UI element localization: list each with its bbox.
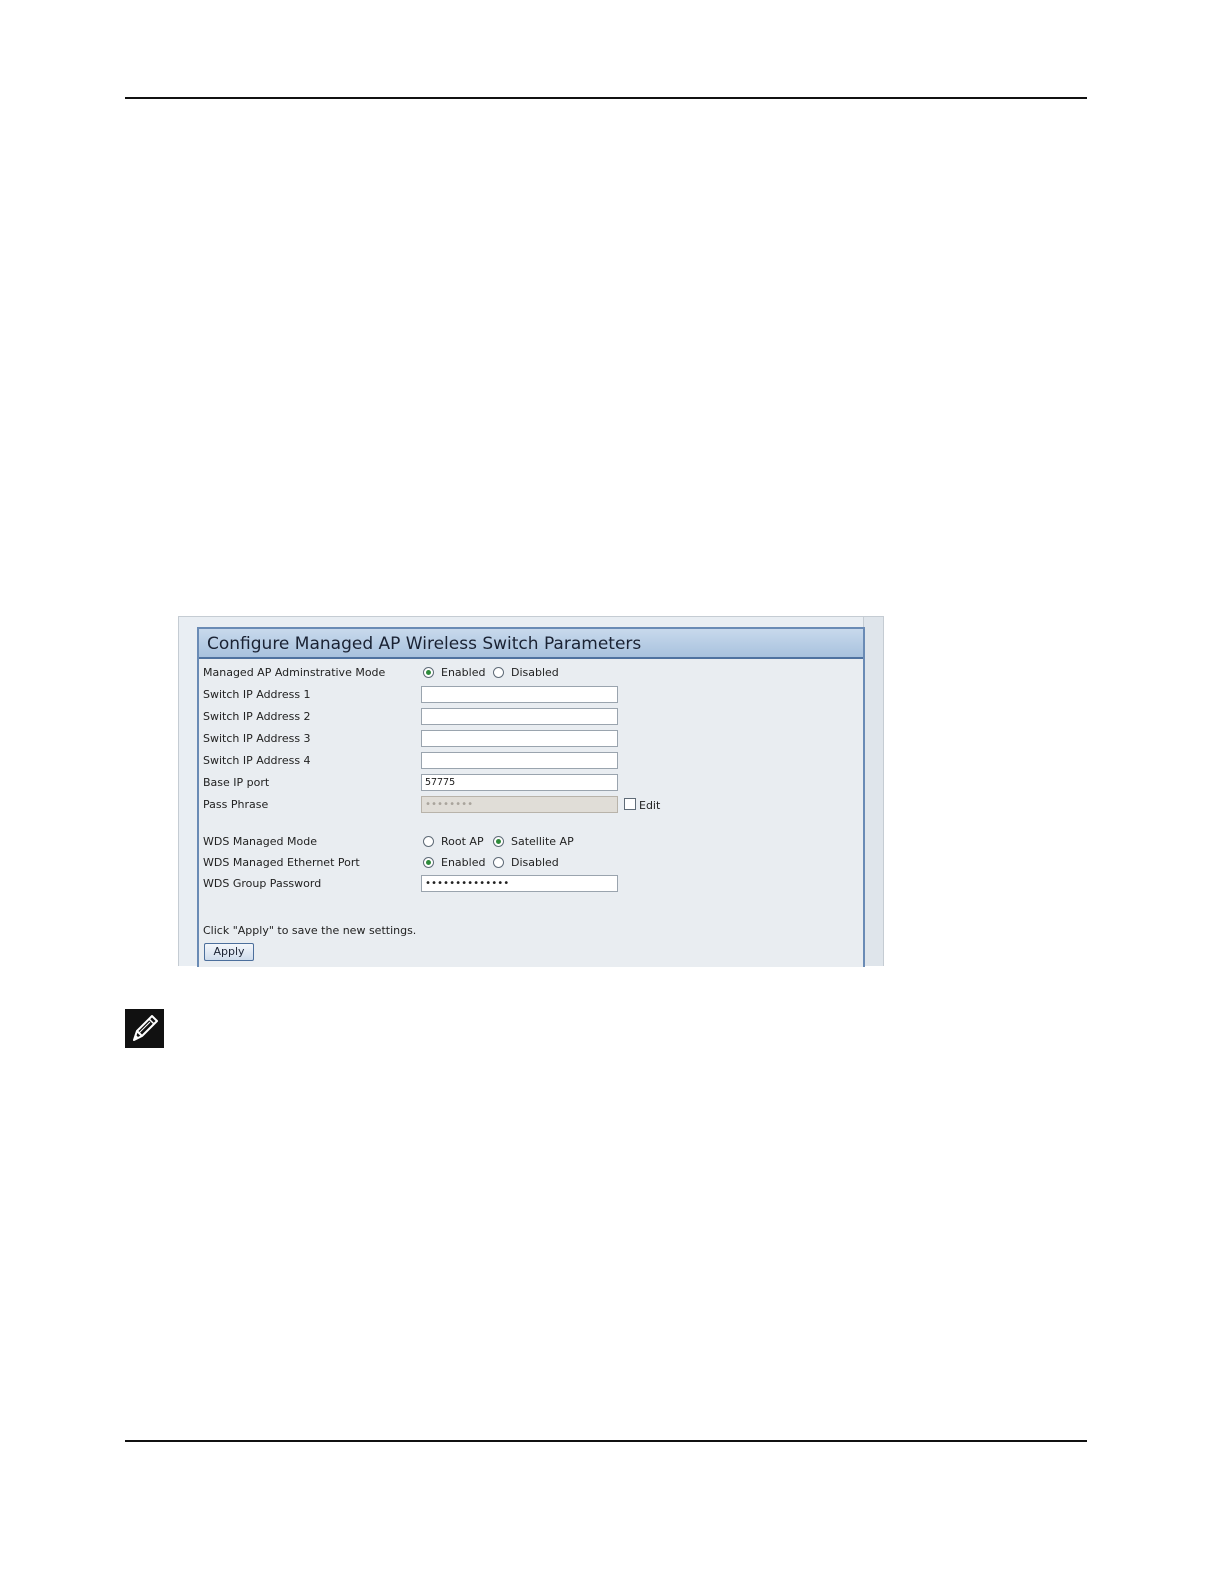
pass-phrase-edit-label: Edit <box>639 799 661 812</box>
wds-group-password-input[interactable]: •••••••••••••• <box>421 875 618 892</box>
pass-phrase-input: •••••••• <box>421 796 618 813</box>
wds-mode-root-ap-radio[interactable] <box>423 836 434 847</box>
base-ip-port-label: Base IP port <box>203 776 270 789</box>
pass-phrase-edit-checkbox[interactable] <box>624 798 636 810</box>
switch-ip-2-row: Switch IP Address 2 <box>203 707 803 727</box>
footer-rule <box>125 1440 1087 1442</box>
switch-ip-3-row: Switch IP Address 3 <box>203 729 803 749</box>
switch-ip-3-label: Switch IP Address 3 <box>203 732 311 745</box>
header-rule <box>125 97 1087 99</box>
wds-group-password-label: WDS Group Password <box>203 877 322 890</box>
pencil-note-icon <box>125 1009 164 1048</box>
scrollbar[interactable] <box>863 617 883 966</box>
switch-ip-2-label: Switch IP Address 2 <box>203 710 311 723</box>
apply-hint: Click "Apply" to save the new settings. <box>203 924 417 937</box>
wds-mode-root-ap-label: Root AP <box>441 835 484 848</box>
admin-mode-label: Managed AP Adminstrative Mode <box>203 666 386 679</box>
wds-mode-row: WDS Managed Mode Root AP Satellite AP <box>203 832 803 852</box>
panel-title: Configure Managed AP Wireless Switch Par… <box>199 629 863 659</box>
wds-eth-port-disabled-radio[interactable] <box>493 857 504 868</box>
switch-ip-1-row: Switch IP Address 1 <box>203 685 803 705</box>
wds-mode-satellite-ap-radio[interactable] <box>493 836 504 847</box>
switch-ip-1-input[interactable] <box>421 686 618 703</box>
switch-ip-1-label: Switch IP Address 1 <box>203 688 311 701</box>
admin-mode-disabled-radio[interactable] <box>493 667 504 678</box>
wds-eth-port-enabled-label: Enabled <box>441 856 486 869</box>
pass-phrase-label: Pass Phrase <box>203 798 269 811</box>
screenshot-frame: Configure Managed AP Wireless Switch Par… <box>178 616 884 967</box>
base-ip-port-input[interactable]: 57775 <box>421 774 618 791</box>
pass-phrase-row: Pass Phrase •••••••• Edit <box>203 795 803 815</box>
wds-eth-port-row: WDS Managed Ethernet Port Enabled Disabl… <box>203 853 803 873</box>
wds-eth-port-enabled-radio[interactable] <box>423 857 434 868</box>
wds-eth-port-label: WDS Managed Ethernet Port <box>203 856 360 869</box>
wireless-switch-panel: Configure Managed AP Wireless Switch Par… <box>197 627 865 967</box>
wds-group-password-row: WDS Group Password •••••••••••••• <box>203 874 803 894</box>
switch-ip-4-row: Switch IP Address 4 <box>203 751 803 771</box>
wds-mode-label: WDS Managed Mode <box>203 835 317 848</box>
switch-ip-4-label: Switch IP Address 4 <box>203 754 311 767</box>
admin-mode-enabled-label: Enabled <box>441 666 486 679</box>
admin-mode-disabled-label: Disabled <box>511 666 559 679</box>
switch-ip-4-input[interactable] <box>421 752 618 769</box>
admin-mode-enabled-radio[interactable] <box>423 667 434 678</box>
admin-mode-row: Managed AP Adminstrative Mode Enabled Di… <box>203 663 803 683</box>
base-ip-port-row: Base IP port 57775 <box>203 773 803 793</box>
wds-eth-port-disabled-label: Disabled <box>511 856 559 869</box>
switch-ip-2-input[interactable] <box>421 708 618 725</box>
wds-mode-satellite-ap-label: Satellite AP <box>511 835 574 848</box>
switch-ip-3-input[interactable] <box>421 730 618 747</box>
apply-button[interactable]: Apply <box>204 943 254 961</box>
